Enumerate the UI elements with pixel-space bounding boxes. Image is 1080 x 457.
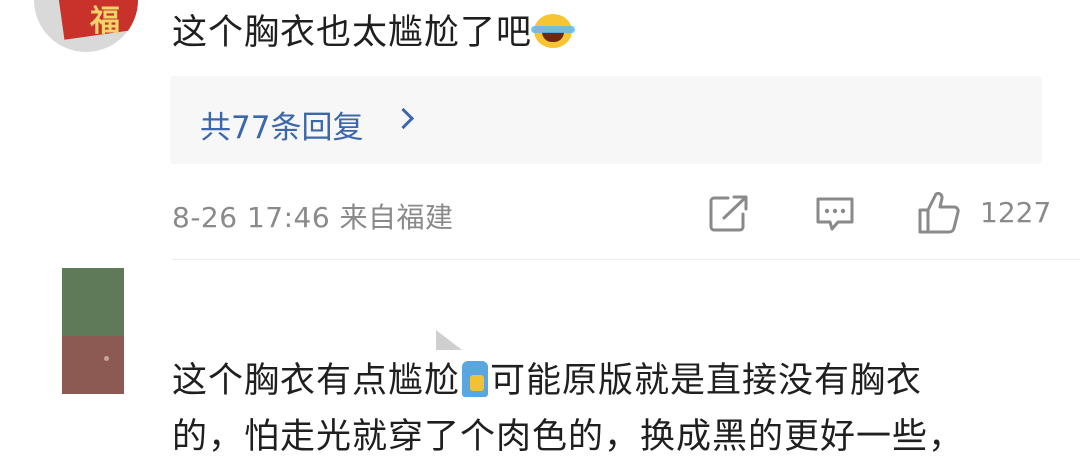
comment2-avatar[interactable] [62, 268, 124, 394]
avatar-top-region [62, 268, 124, 336]
avatar-glyph: 福 [90, 4, 120, 39]
avatar-bottom-region [62, 336, 124, 394]
comment2-line1: 这个胸衣有点尴尬 可能原版就是直接没有胸衣 [172, 361, 922, 399]
replies-expander[interactable]: 共77条回复 [170, 76, 1042, 164]
comment2-text-b: 可能原版就是直接没有胸衣 [490, 361, 923, 401]
chevron-right-icon [392, 107, 415, 130]
like-count: 1227 [980, 196, 1052, 229]
comment1-meta: 8-26 17:46 来自福建 [172, 201, 454, 234]
comment2-line2: 的，怕走光就穿了个肉色的，换成黑的更好一些， [172, 417, 965, 457]
image-corner-fragment [436, 330, 462, 350]
laughing-tears-emoji-icon [531, 14, 576, 48]
share-icon[interactable] [708, 194, 752, 234]
replies-count-label[interactable]: 共77条回复 [200, 102, 363, 147]
avatar-detail [104, 356, 109, 361]
comment1-text: 这个胸衣也太尴尬了吧 [172, 13, 533, 53]
comment2-text-a: 这个胸衣有点尴尬 [172, 361, 461, 401]
comment1-body: 这个胸衣也太尴尬了吧 [172, 13, 576, 53]
comment1-avatar[interactable]: 福 [34, 0, 138, 52]
comment-icon[interactable] [814, 194, 856, 236]
thumbs-up-icon[interactable] [916, 190, 962, 236]
popsicle-emoji-icon [462, 361, 489, 397]
comment-divider [172, 259, 1080, 260]
